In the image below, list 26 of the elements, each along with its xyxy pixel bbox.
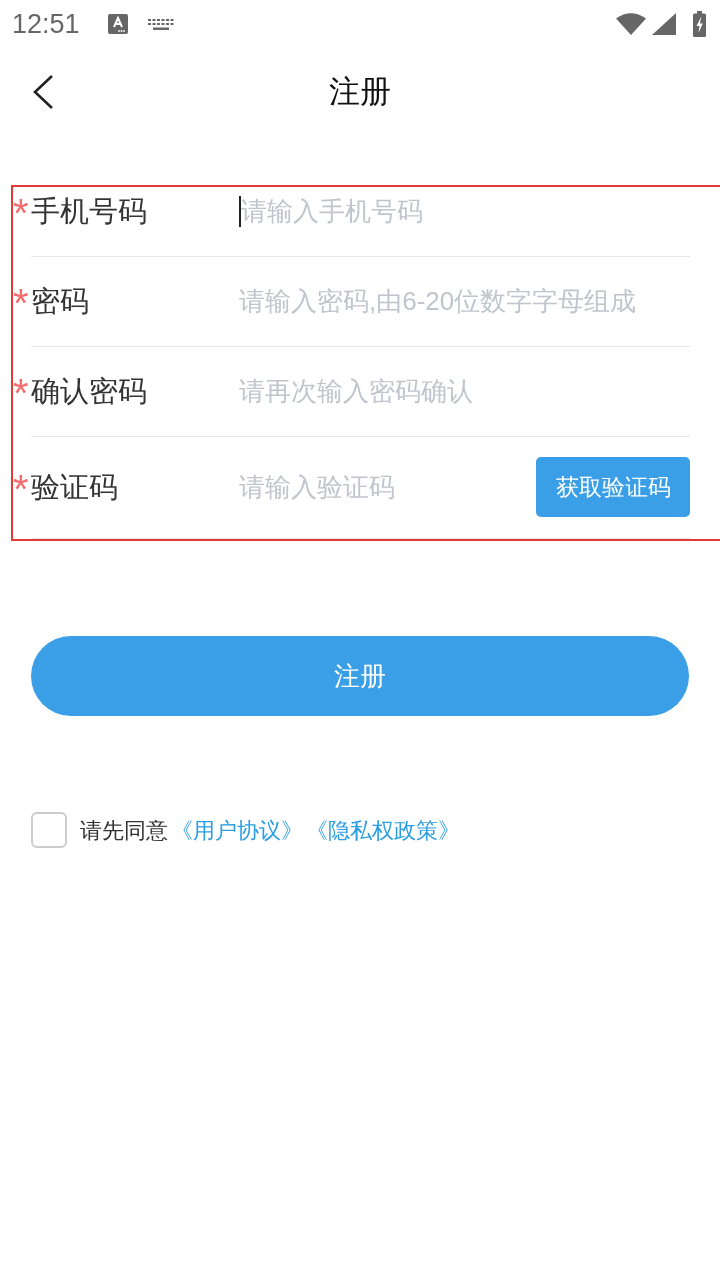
register-button[interactable]: 注册 [31, 636, 689, 716]
get-code-button[interactable]: 获取验证码 [536, 457, 690, 517]
phone-number-input[interactable]: 请输入手机号码 [241, 187, 690, 235]
field-label: 确认密码 [31, 374, 147, 409]
required-mark: * [13, 283, 30, 323]
wifi-icon [616, 13, 646, 35]
privacy-policy-link[interactable]: 《隐私权政策》 [306, 813, 460, 847]
required-mark: * [13, 193, 30, 233]
back-icon[interactable] [33, 75, 53, 109]
page-title: 注册 [329, 72, 391, 111]
field-label: 密码 [31, 284, 89, 319]
required-mark: * [13, 469, 30, 509]
verification-code-input[interactable]: 请输入验证码 [239, 463, 536, 511]
letter-tile-icon [107, 14, 128, 34]
password-input[interactable]: 请输入密码,由6-20位数字字母组成 [239, 277, 690, 325]
signal-icon [652, 13, 676, 35]
confirm-password-input[interactable]: 请再次输入密码确认 [239, 367, 690, 415]
field-label: 手机号码 [31, 194, 147, 229]
battery-charging-icon [693, 11, 706, 37]
agreement-text: 请先同意 [80, 816, 168, 845]
user-agreement-link[interactable]: 《用户协议》 [171, 813, 303, 847]
field-label: 验证码 [31, 470, 118, 505]
keyboard-icon [147, 18, 174, 30]
clock-time: 12:51 [12, 10, 80, 38]
required-mark: * [13, 373, 30, 413]
agreement-checkbox[interactable] [31, 812, 67, 848]
